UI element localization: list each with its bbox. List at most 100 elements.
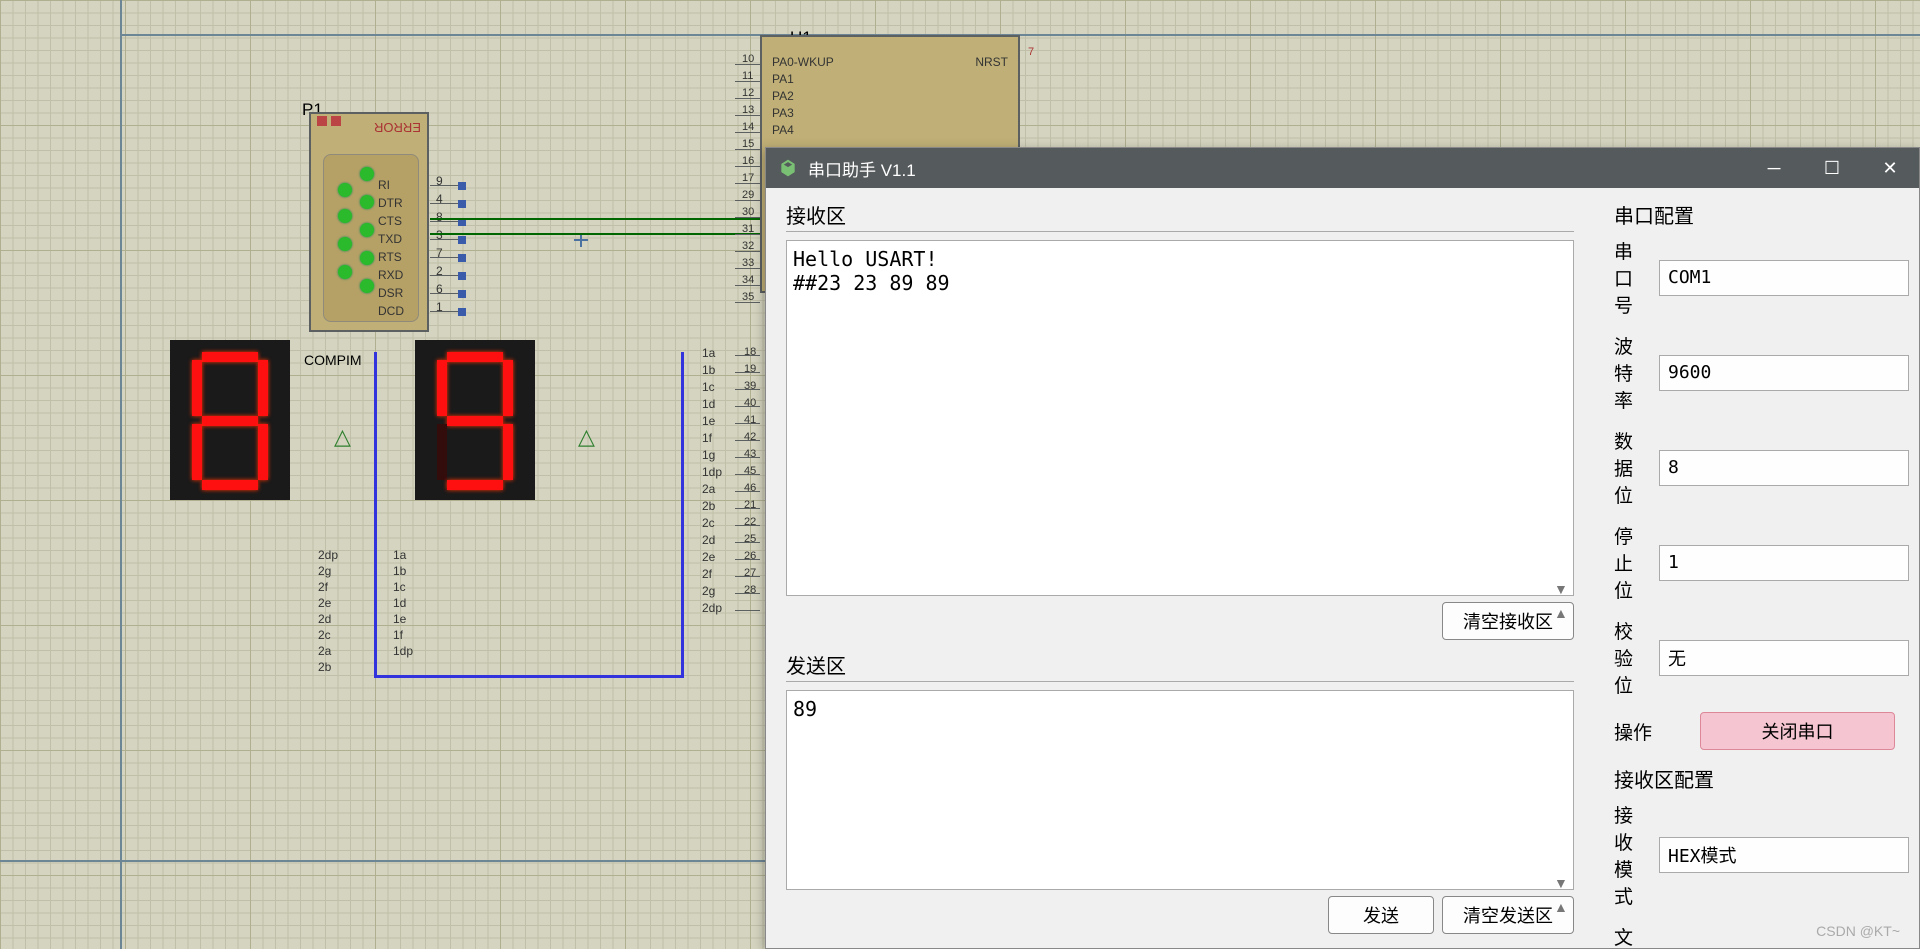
stopbits-label: 停止位 [1614,522,1645,603]
app-icon [778,158,798,178]
cursor-crosshair-icon [574,233,588,247]
net-label: 2dp [702,601,722,615]
guide-line [120,34,1920,36]
port-config-title: 串口配置 [1614,200,1909,229]
maximize-button[interactable]: ☐ [1803,148,1861,188]
net-pin-num: 25 [744,533,756,545]
net-label: 1c [702,380,715,394]
wire [430,233,770,235]
net-label: 1d [393,596,406,610]
scroll-down-icon[interactable]: ▼ [1554,875,1568,891]
net-label: 1a [702,346,715,360]
net-pin-num: 43 [744,448,756,460]
net-label: 1b [702,363,715,377]
guide-line [120,0,122,949]
compim-pin-name: CTS [378,214,402,228]
serial-tool-window: 串口助手 V1.1 ─ ☐ ✕ 接收区 ▲▼ 清空接收区 发送区 ▲▼ 发送 清… [765,147,1920,949]
net-pin-num: 40 [744,397,756,409]
stopbits-input[interactable] [1659,545,1909,581]
compim-pin-name: RI [378,178,390,192]
compim-pin-name: DCD [378,304,404,318]
rx-textarea[interactable] [786,240,1574,596]
baud-label: 波特率 [1614,332,1645,413]
close-button[interactable]: ✕ [1861,148,1919,188]
seven-segment-right[interactable] [415,340,535,500]
left-pane: 接收区 ▲▼ 清空接收区 发送区 ▲▼ 发送 清空发送区 [766,188,1594,948]
net-label: 1f [393,628,403,642]
net-label: 2d [702,533,715,547]
net-label: 2e [318,596,331,610]
config-pane: 串口配置 串口号 波特率 数据位 停止位 校验位 操作关闭串口 接收区配置 接收… [1594,188,1919,948]
wire [430,218,770,220]
net-pin-num: 27 [744,567,756,579]
scroll-up-icon[interactable]: ▲ [1554,605,1568,621]
error-label: ERROR [374,120,421,135]
ground-arrow-icon: △ [334,424,351,450]
port-label: 串口号 [1614,237,1645,318]
net-label: 2b [702,499,715,513]
op-label: 操作 [1614,718,1686,745]
tx-textarea[interactable] [786,690,1574,890]
compim-pin-name: RTS [378,250,402,264]
send-button[interactable]: 发送 [1328,896,1434,934]
wire [374,352,377,678]
port-input[interactable] [1659,260,1909,296]
net-pin-num: 46 [744,482,756,494]
scroll-up-icon[interactable]: ▲ [1554,899,1568,915]
scroll-down-icon[interactable]: ▼ [1554,581,1568,597]
wire [681,352,684,678]
net-pin-num: 26 [744,550,756,562]
window-controls: ─ ☐ ✕ [1745,148,1919,188]
net-pin-num: 41 [744,414,756,426]
net-label: 2d [318,612,331,626]
watermark: CSDN @KT~ [1816,923,1900,939]
rx-enc-label: 文本编码 [1614,923,1645,948]
net-label: 2c [702,516,715,530]
seven-segment-left[interactable] [170,340,290,500]
wire [374,675,684,678]
net-label: 1f [702,431,712,445]
net-label: 2e [702,550,715,564]
net-label: 2dp [318,548,338,562]
parity-label: 校验位 [1614,617,1645,698]
compim-pin-name: DTR [378,196,403,210]
minimize-button[interactable]: ─ [1745,148,1803,188]
net-label: 1b [393,564,406,578]
net-label: 1e [702,414,715,428]
net-label: 1c [393,580,406,594]
component-value: COMPIM [304,352,362,368]
net-label: 2b [318,660,331,674]
net-pin-num: 39 [744,380,756,392]
net-label: 2g [318,564,331,578]
titlebar[interactable]: 串口助手 V1.1 ─ ☐ ✕ [766,148,1919,188]
close-port-button[interactable]: 关闭串口 [1700,712,1895,750]
parity-input[interactable] [1659,640,1909,676]
compim-component[interactable]: ERROR [309,112,429,332]
rx-section-title: 接收区 [786,200,1574,232]
net-pin-num: 28 [744,584,756,596]
net-label: 2f [318,580,328,594]
rx-config-title: 接收区配置 [1614,764,1909,793]
databits-input[interactable] [1659,450,1909,486]
net-label: 2f [702,567,712,581]
net-label: 2c [318,628,331,642]
ground-arrow-icon: △ [578,424,595,450]
baud-input[interactable] [1659,355,1909,391]
window-title: 串口助手 V1.1 [808,156,916,181]
compim-pin-name: TXD [378,232,402,246]
net-pin-num: 21 [744,499,756,511]
net-label: 1dp [393,644,413,658]
net-label: 1dp [702,465,722,479]
net-label: 1d [702,397,715,411]
compim-pin-name: DSR [378,286,403,300]
rx-mode-input[interactable] [1659,837,1909,873]
net-label: 1a [393,548,406,562]
net-pin-num: 19 [744,363,756,375]
net-label: 1g [702,448,715,462]
net-pin-num: 18 [744,346,756,358]
net-label: 2a [702,482,715,496]
net-pin-num: 22 [744,516,756,528]
compim-pin-name: RXD [378,268,403,282]
rx-mode-label: 接收模式 [1614,801,1645,909]
net-pin-num: 42 [744,431,756,443]
